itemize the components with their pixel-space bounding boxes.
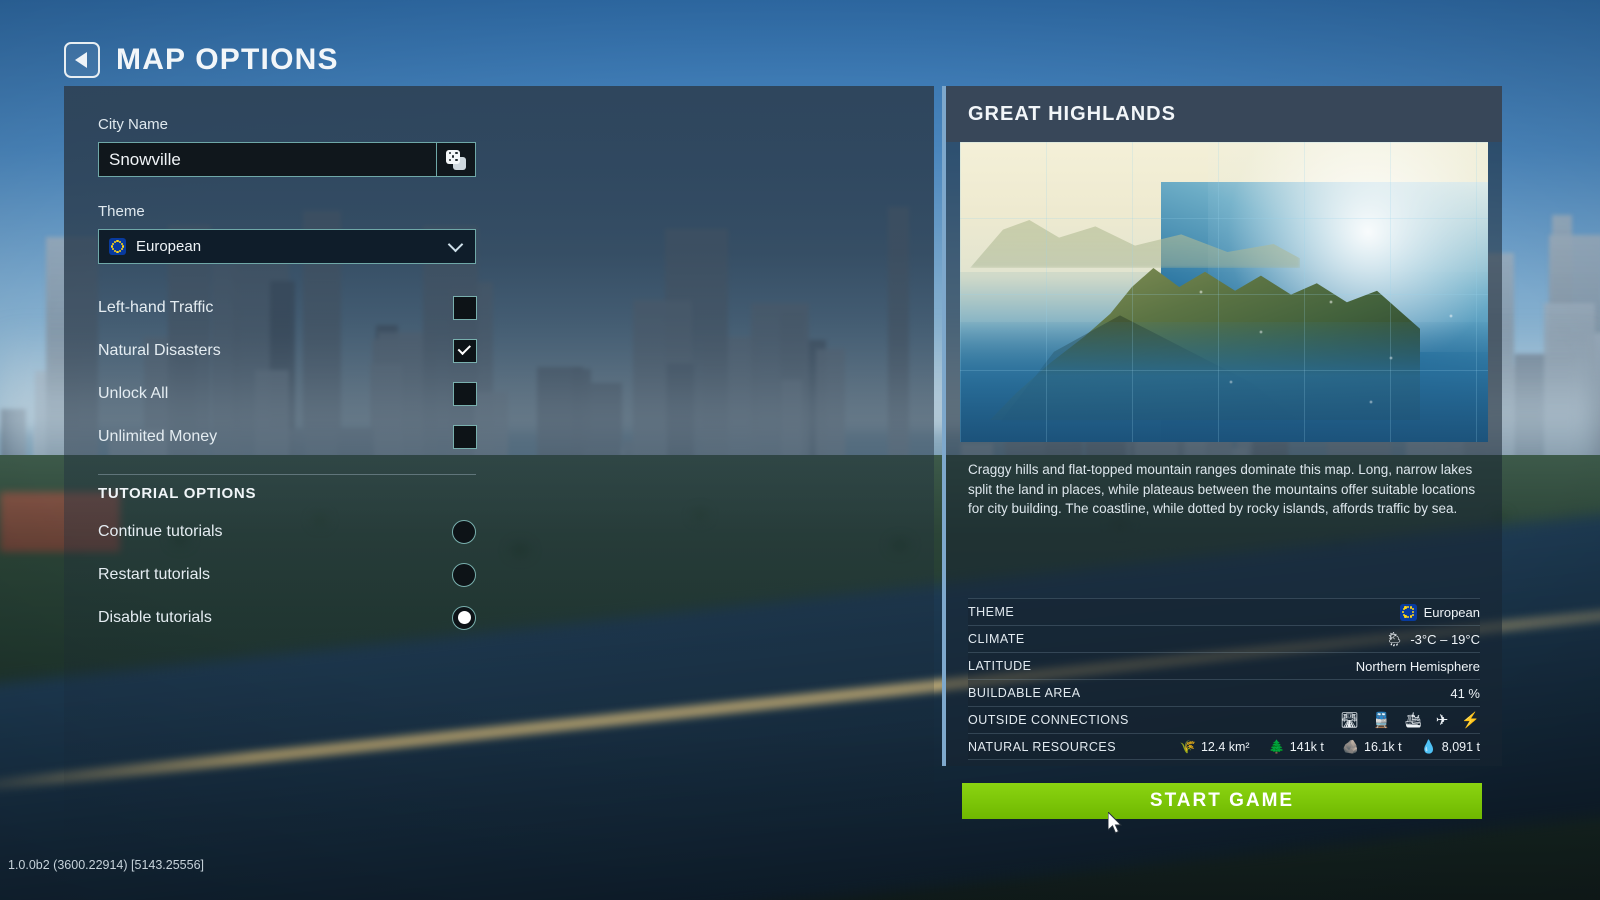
resource-value: 12.4 km² xyxy=(1200,739,1250,754)
map-info-table: THEME European CLIMATE 🌦 -3°C – 19°C LAT… xyxy=(968,598,1480,760)
tutorial-option-2[interactable]: Disable tutorials xyxy=(98,596,476,639)
tutorial-option-label: Disable tutorials xyxy=(98,608,212,626)
info-value: Northern Hemisphere xyxy=(1355,658,1480,674)
info-key: BUILDABLE AREA xyxy=(968,686,1081,700)
checkbox-unchecked[interactable] xyxy=(453,381,477,406)
map-name: GREAT HIGHLANDS xyxy=(968,102,1176,125)
toggle-row-1[interactable]: Natural Disasters xyxy=(98,329,477,372)
randomize-name-button[interactable] xyxy=(436,142,476,177)
chevron-down-icon xyxy=(447,236,464,252)
resource-value: 8,091 t xyxy=(1441,739,1480,754)
checkbox-unchecked[interactable] xyxy=(453,295,477,320)
european-flag-icon xyxy=(1399,603,1417,621)
ship-icon: 🛳 xyxy=(1403,712,1423,729)
map-name-header: GREAT HIGHLANDS xyxy=(946,86,1502,142)
theme-dropdown[interactable]: European xyxy=(98,229,476,264)
info-key: LATITUDE xyxy=(968,659,1032,673)
page-title: MAP OPTIONS xyxy=(116,43,339,76)
mouse-cursor xyxy=(1108,812,1123,834)
radio-button[interactable] xyxy=(452,562,476,587)
map-preview-image xyxy=(960,142,1488,442)
tutorial-option-label: Continue tutorials xyxy=(98,522,223,540)
checkbox-unchecked[interactable] xyxy=(453,424,477,449)
radio-button-selected[interactable] xyxy=(452,605,476,630)
resource-item: 🪨 16.1k t xyxy=(1343,739,1402,755)
toggle-row-0[interactable]: Left-hand Traffic xyxy=(98,286,477,329)
start-game-label: START GAME xyxy=(1149,790,1295,811)
info-key: THEME xyxy=(968,605,1015,619)
preview-grid-overlay xyxy=(960,142,1488,442)
info-row-natural-resources: NATURAL RESOURCES 🌾 12.4 km² 🌲 141k t 🪨 16.1k… xyxy=(968,733,1480,760)
road-icon: 🛣 xyxy=(1339,712,1359,729)
resource-item: 🌾 12.4 km² xyxy=(1180,739,1250,755)
info-value: European xyxy=(1399,603,1480,621)
info-row-theme: THEME European xyxy=(968,598,1480,625)
radio-button[interactable] xyxy=(452,519,476,544)
version-text: 1.0.0b2 (3600.22914) [5143.25556] xyxy=(8,858,205,872)
theme-label: Theme xyxy=(98,203,145,220)
info-row-buildable-area: BUILDABLE AREA 41 % xyxy=(968,679,1480,706)
train-icon: 🚆 xyxy=(1372,712,1391,729)
info-value: 41 % xyxy=(1450,685,1480,701)
info-key: OUTSIDE CONNECTIONS xyxy=(968,713,1129,727)
back-arrow-icon xyxy=(75,52,87,68)
page-header: MAP OPTIONS xyxy=(64,42,339,78)
theme-value-text: European xyxy=(1423,604,1480,620)
map-details-panel: GREAT HIGHLANDS Craggy hills and flat-to… xyxy=(942,86,1502,766)
ore-icon: 🪨 xyxy=(1342,738,1360,754)
city-name-input[interactable]: Snowville xyxy=(98,142,436,177)
city-name-row: Snowville xyxy=(98,142,476,177)
toggle-row-2[interactable]: Unlock All xyxy=(98,372,477,415)
info-key: CLIMATE xyxy=(968,632,1025,646)
info-row-climate: CLIMATE 🌦 -3°C – 19°C xyxy=(968,625,1480,652)
dice-icon xyxy=(446,149,466,170)
tutorial-option-label: Restart tutorials xyxy=(98,565,211,583)
toggle-label: Left-hand Traffic xyxy=(98,298,214,316)
outside-connection-icons: 🛣 🚆 🛳 ✈ ⚡ xyxy=(1340,711,1480,729)
toggle-list: Left-hand Traffic Natural Disasters Unlock… xyxy=(98,286,477,458)
tutorial-option-1[interactable]: Restart tutorials xyxy=(98,553,476,596)
checkbox-checked[interactable] xyxy=(453,338,477,363)
check-icon xyxy=(457,341,472,356)
fertile-land-icon: 🌾 xyxy=(1179,738,1196,754)
resource-item: 💧 8,091 t xyxy=(1421,739,1480,755)
divider xyxy=(98,474,476,475)
map-description: Craggy hills and flat-topped mountain ra… xyxy=(968,462,1476,517)
start-game-button[interactable]: START GAME xyxy=(962,783,1482,819)
city-name-label: City Name xyxy=(98,116,169,133)
tutorial-options-list: Continue tutorials Restart tutorials Disab… xyxy=(98,510,476,639)
toggle-label: Unlimited Money xyxy=(98,427,218,445)
back-button[interactable] xyxy=(64,42,100,78)
climate-value-text: -3°C – 19°C xyxy=(1410,631,1480,647)
info-row-latitude: LATITUDE Northern Hemisphere xyxy=(968,652,1480,679)
info-value: 🌦 -3°C – 19°C xyxy=(1386,631,1480,648)
radio-dot xyxy=(457,611,471,624)
resource-value: 141k t xyxy=(1289,739,1324,754)
map-options-panel: City Name Snowville Theme European Left-… xyxy=(64,86,934,846)
sun-rain-icon: 🌦 xyxy=(1385,630,1404,647)
forest-icon: 🌲 xyxy=(1268,738,1285,754)
info-row-outside-connections: OUTSIDE CONNECTIONS 🛣 🚆 🛳 ✈ ⚡ xyxy=(968,706,1480,733)
toggle-label: Unlock All xyxy=(98,384,169,402)
electricity-icon: ⚡ xyxy=(1461,712,1480,729)
european-flag-icon xyxy=(109,238,126,255)
natural-resource-items: 🌾 12.4 km² 🌲 141k t 🪨 16.1k t 💧 8,091 t xyxy=(1180,739,1480,755)
oil-icon: 💧 xyxy=(1420,738,1437,754)
tutorial-option-0[interactable]: Continue tutorials xyxy=(98,510,476,553)
info-key: NATURAL RESOURCES xyxy=(968,739,1117,754)
toggle-row-3[interactable]: Unlimited Money xyxy=(98,415,477,458)
toggle-label: Natural Disasters xyxy=(98,341,221,359)
theme-value: European xyxy=(136,238,202,255)
resource-value: 16.1k t xyxy=(1364,739,1402,754)
tutorial-section-title: TUTORIAL OPTIONS xyxy=(98,485,257,502)
plane-icon: ✈ xyxy=(1435,712,1449,729)
resource-item: 🌲 141k t xyxy=(1269,739,1324,755)
